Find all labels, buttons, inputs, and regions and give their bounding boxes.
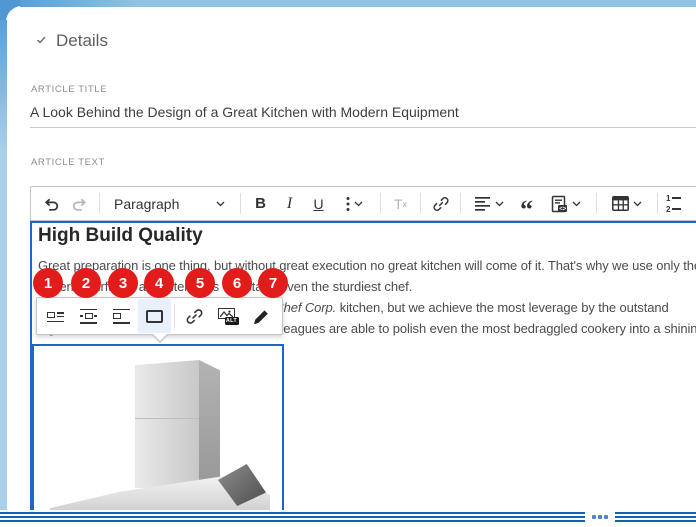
list-dash (672, 208, 681, 210)
image-left-break-text-button[interactable] (105, 299, 138, 333)
undo-button[interactable] (36, 189, 65, 218)
text-alignment-dropdown[interactable] (466, 189, 512, 218)
bold-button[interactable]: B (246, 189, 275, 218)
insert-template-icon: <> (551, 195, 568, 213)
image-wrap-left-icon (46, 306, 66, 326)
numbered-list-button[interactable]: 1 2 (663, 189, 692, 218)
underline-button[interactable]: U (304, 189, 333, 218)
redo-button[interactable] (65, 189, 94, 218)
chevron-down-icon (572, 201, 581, 207)
alt-badge-label: ALT (225, 317, 239, 325)
link-button[interactable] (426, 189, 455, 218)
annotation-badge-6: 6 (222, 268, 252, 298)
insert-template-dropdown[interactable]: <> (541, 189, 591, 218)
image-link-button[interactable] (178, 299, 211, 333)
chevron-down-icon (633, 201, 642, 207)
paragraph-1-line-1: Great preparation is one thing, but with… (38, 258, 696, 273)
paragraph-2-italic-text: Chef Corp. (274, 300, 336, 315)
splitter-drag-grip[interactable] (585, 510, 615, 524)
image-wrap-left-button[interactable] (39, 299, 72, 333)
toolbar-separator (380, 193, 381, 214)
range-hood-illustration (34, 346, 282, 525)
italic-button[interactable]: I (275, 189, 304, 218)
document-heading: High Build Quality (38, 225, 203, 247)
toolbar-separator (240, 193, 241, 214)
annotation-badge-5: 5 (185, 268, 215, 298)
chevron-down-icon (495, 201, 504, 207)
pencil-icon (251, 307, 270, 326)
alt-text-icon: ALT (217, 306, 239, 326)
window-frame-left (0, 20, 7, 527)
annotation-badge-3: 3 (108, 268, 138, 298)
remove-format-t: T (394, 196, 403, 212)
link-icon (432, 195, 450, 213)
image-alt-text-button[interactable]: ALT (211, 299, 244, 333)
toolbar-separator (657, 193, 658, 214)
bottom-splitter (0, 510, 696, 527)
image-balloon-toolbar: ALT (36, 297, 283, 335)
toolbar-separator (460, 193, 461, 214)
details-section-title: Details (56, 31, 108, 51)
article-title-input[interactable]: A Look Behind the Design of a Great Kitc… (30, 104, 459, 120)
image-center-break-text-button[interactable] (72, 299, 105, 333)
annotation-badge-1: 1 (33, 268, 63, 298)
article-title-label: ARTICLE TITLE (31, 84, 107, 95)
image-center-break-text-icon (79, 306, 99, 326)
toolbar-separator (420, 193, 421, 214)
insert-table-dropdown[interactable] (602, 189, 652, 218)
article-text-label: ARTICLE TEXT (31, 157, 105, 168)
editor-toolbar: Paragraph B I U Tx “ <> (30, 186, 696, 221)
svg-text:<>: <> (559, 206, 567, 212)
heading-dropdown-label: Paragraph (114, 196, 179, 212)
window-frame-corner-inner (6, 6, 40, 40)
remove-format-x: x (403, 199, 408, 209)
remove-format-button[interactable]: Tx (386, 189, 415, 218)
annotation-badge-4: 4 (144, 268, 174, 298)
more-text-options-dropdown[interactable] (333, 189, 375, 218)
paragraph-2-text: kitchen, but we achieve the most leverag… (336, 300, 668, 315)
image-left-break-text-icon (112, 306, 132, 326)
list-dash (672, 197, 681, 199)
balloon-caret-fill (153, 334, 167, 341)
image-edit-button[interactable] (244, 299, 277, 333)
chevron-down-icon (354, 201, 363, 207)
annotation-badge-7: 7 (258, 268, 288, 298)
article-editor-window: Details ARTICLE TITLE A Look Behind the … (0, 0, 696, 527)
balloon-separator (174, 304, 175, 328)
block-quote-button[interactable]: “ (512, 189, 541, 218)
toolbar-separator (596, 193, 597, 214)
toolbar-separator (99, 193, 100, 214)
vertical-dots-icon (346, 196, 350, 212)
align-left-icon (475, 197, 491, 211)
list-number-1: 1 (666, 194, 670, 203)
table-icon (612, 196, 629, 211)
selected-image[interactable] (32, 344, 284, 527)
image-full-size-icon (145, 306, 165, 326)
chevron-down-icon (216, 201, 225, 207)
image-full-size-button[interactable] (138, 299, 171, 333)
article-title-underline (30, 127, 696, 128)
window-frame-top (20, 0, 696, 7)
list-number-2: 2 (666, 205, 670, 214)
link-icon (185, 307, 204, 326)
annotation-badge-2: 2 (71, 268, 101, 298)
heading-dropdown[interactable]: Paragraph (105, 189, 235, 218)
